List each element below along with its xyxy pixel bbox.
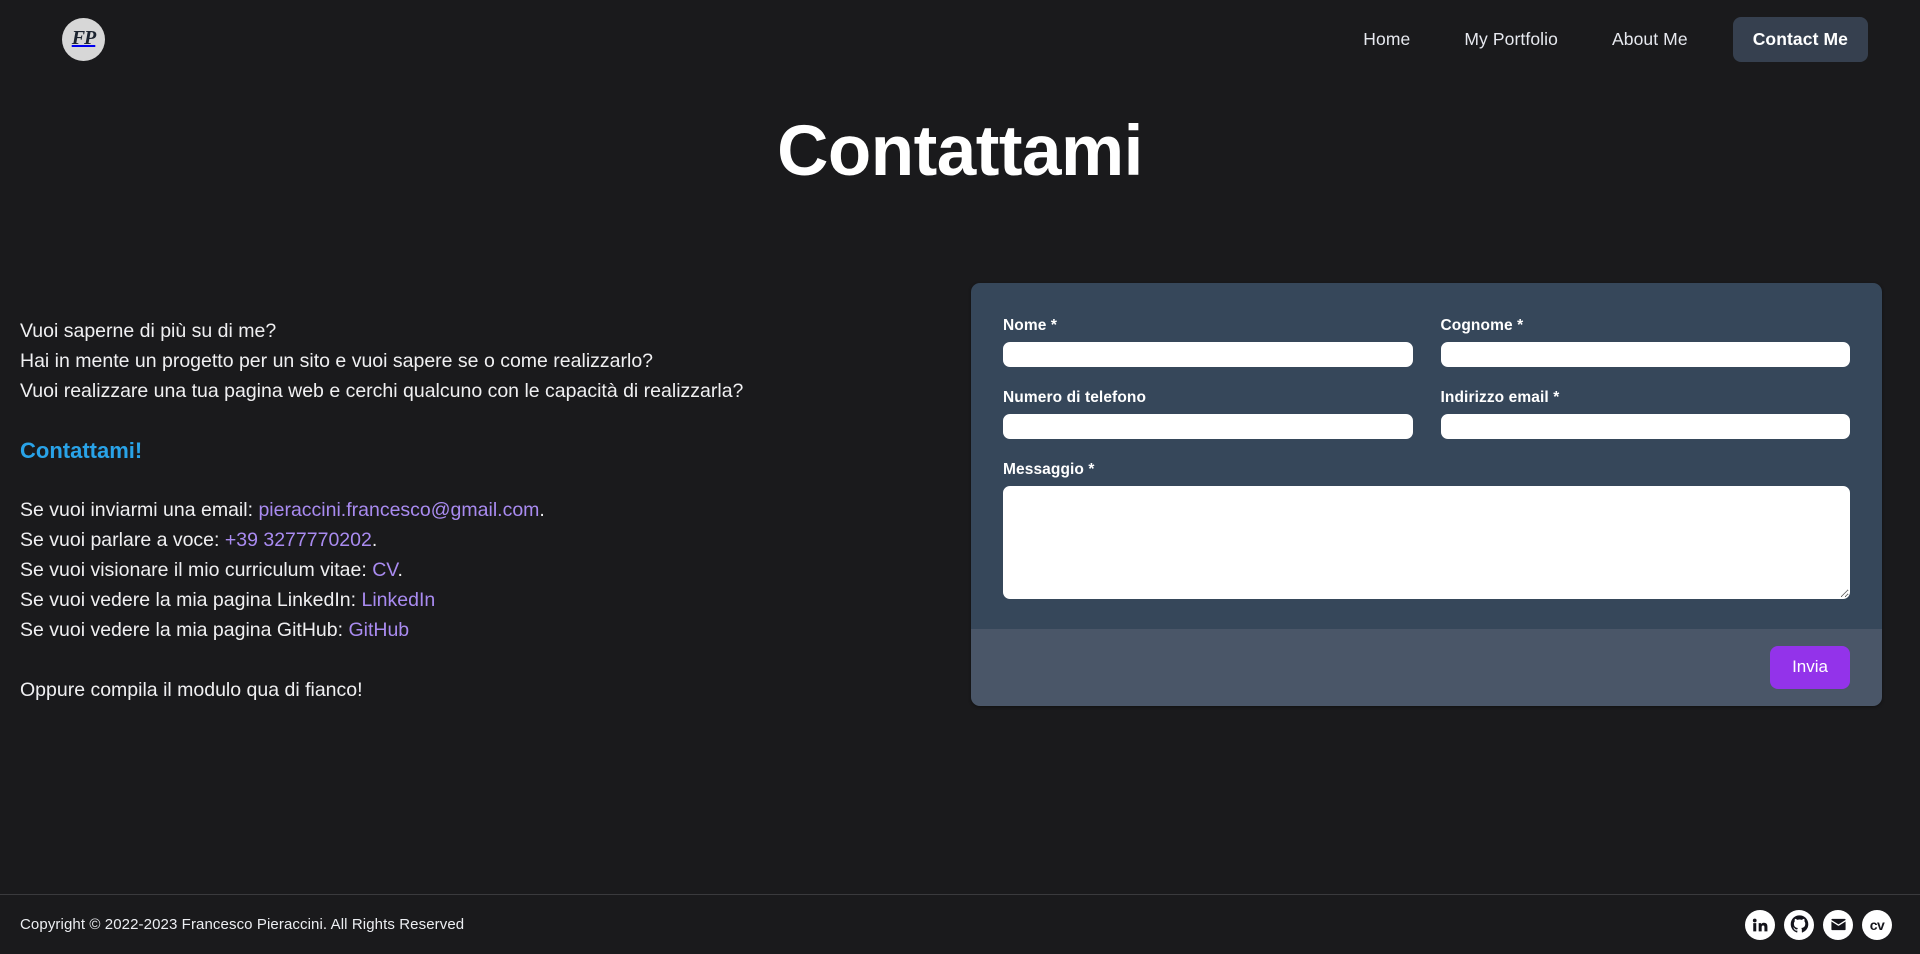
contact-line-github: Se vuoi vedere la mia pagina GitHub: Git… xyxy=(20,615,900,645)
contact-github-prefix: Se vuoi vedere la mia pagina GitHub: xyxy=(20,619,349,641)
message-textarea[interactable] xyxy=(1003,486,1850,599)
fp-monogram-icon: FP xyxy=(71,27,97,49)
contact-linkedin-prefix: Se vuoi vedere la mia pagina LinkedIn: xyxy=(20,589,362,611)
intro-column: Vuoi saperne di più su di me? Hai in men… xyxy=(20,316,900,705)
contact-cv-suffix: . xyxy=(397,559,403,581)
contact-cv-prefix: Se vuoi visionare il mio curriculum vita… xyxy=(20,559,373,581)
contact-form-footer: Invia xyxy=(971,629,1882,706)
contact-line-linkedin: Se vuoi vedere la mia pagina LinkedIn: L… xyxy=(20,585,900,615)
brand-logo[interactable]: FP xyxy=(62,17,105,61)
github-link[interactable]: GitHub xyxy=(348,619,409,641)
email-social-link[interactable] xyxy=(1823,909,1853,940)
github-social-link[interactable] xyxy=(1784,909,1814,940)
intro-heading: Contattami! xyxy=(20,438,143,463)
nav-link-about-me[interactable]: About Me xyxy=(1585,19,1715,60)
main-nav: Home My Portfolio About Me Contact Me xyxy=(1336,16,1868,62)
field-group-message: Messaggio * xyxy=(1003,461,1850,599)
cv-social-link[interactable]: cv xyxy=(1862,909,1892,940)
page-title: Contattami xyxy=(777,112,1143,191)
first-name-label: Nome * xyxy=(1003,317,1058,334)
nav-link-contact-me[interactable]: Contact Me xyxy=(1732,16,1868,62)
linkedin-link[interactable]: LinkedIn xyxy=(361,589,435,611)
first-name-input[interactable] xyxy=(1003,342,1413,367)
github-icon xyxy=(1790,915,1808,933)
last-name-input[interactable] xyxy=(1440,342,1850,367)
cv-link[interactable]: CV xyxy=(372,559,397,581)
cv-icon: cv xyxy=(1869,916,1885,933)
email-link[interactable]: pieraccini.francesco@gmail.com xyxy=(258,499,539,521)
phone-input[interactable] xyxy=(1003,414,1413,439)
contact-email-suffix: . xyxy=(539,499,545,521)
intro-line-3: Vuoi realizzare una tua pagina web e cer… xyxy=(20,380,744,402)
site-footer: Copyright © 2022-2023 Francesco Pieracci… xyxy=(0,894,1920,954)
contact-list: Se vuoi inviarmi una email: pieraccini.f… xyxy=(20,495,900,645)
phone-link[interactable]: +39 3277770202 xyxy=(225,529,372,551)
last-name-label: Cognome * xyxy=(1440,317,1524,334)
contact-line-phone: Se vuoi parlare a voce: +39 3277770202. xyxy=(20,525,900,555)
field-group-first-name: Nome * xyxy=(1003,317,1413,367)
contact-line-email: Se vuoi inviarmi una email: pieraccini.f… xyxy=(20,495,900,525)
linkedin-social-link[interactable] xyxy=(1745,909,1775,940)
contact-form-card: Nome * Cognome * Numero di telefono Indi… xyxy=(971,283,1882,706)
submit-button[interactable]: Invia xyxy=(1770,646,1850,689)
message-label: Messaggio * xyxy=(1003,461,1095,478)
linkedin-icon xyxy=(1752,918,1768,931)
intro-closing-line: Oppure compila il modulo qua di fianco! xyxy=(20,679,363,701)
social-links: cv xyxy=(1745,909,1892,940)
site-header: FP Home My Portfolio About Me Contact Me xyxy=(0,0,1920,78)
contact-phone-prefix: Se vuoi parlare a voce: xyxy=(20,529,225,551)
field-group-phone: Numero di telefono xyxy=(1003,389,1413,439)
copyright-text: Copyright © 2022-2023 Francesco Pieracci… xyxy=(20,916,465,933)
intro-line-1: Vuoi saperne di più su di me? xyxy=(20,320,277,342)
contact-line-cv: Se vuoi visionare il mio curriculum vita… xyxy=(20,555,900,585)
intro-line-2: Hai in mente un progetto per un sito e v… xyxy=(20,350,654,372)
contact-form-grid: Nome * Cognome * Numero di telefono Indi… xyxy=(1003,317,1850,599)
contact-form-body: Nome * Cognome * Numero di telefono Indi… xyxy=(971,283,1882,629)
email-icon xyxy=(1830,918,1846,931)
nav-link-home[interactable]: Home xyxy=(1336,19,1437,60)
field-group-last-name: Cognome * xyxy=(1440,317,1850,367)
nav-link-my-portfolio[interactable]: My Portfolio xyxy=(1437,19,1585,60)
email-input[interactable] xyxy=(1440,414,1850,439)
email-label: Indirizzo email * xyxy=(1440,389,1560,406)
field-group-email: Indirizzo email * xyxy=(1440,389,1850,439)
contact-email-prefix: Se vuoi inviarmi una email: xyxy=(20,499,259,521)
contact-phone-suffix: . xyxy=(371,529,378,551)
phone-label: Numero di telefono xyxy=(1003,389,1147,406)
